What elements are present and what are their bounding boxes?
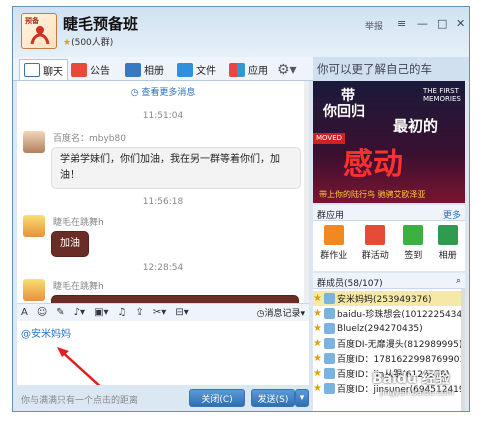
ad-tagline: 带上你的陆行鸟 驰骋艾欧泽亚 <box>319 190 426 199</box>
homework-icon <box>323 225 344 245</box>
admin-icon: ★ <box>313 368 322 379</box>
watermark: Baidu 经验 <box>372 371 450 387</box>
image-icon[interactable]: ▣▾ <box>94 307 108 318</box>
close-icon[interactable]: ✕ <box>456 17 465 30</box>
tab-album[interactable]: 相册 <box>125 59 164 80</box>
music-icon[interactable]: ♫ <box>118 307 127 318</box>
ad-text: 你回归 <box>323 104 365 120</box>
admin-icon: ★ <box>313 323 322 334</box>
folder-icon <box>177 62 193 77</box>
avatar <box>323 323 335 334</box>
report-button[interactable]: 举报 <box>365 19 383 32</box>
avatar <box>323 293 335 304</box>
group-avatar[interactable]: 预备 <box>21 13 57 49</box>
members-header: 群成员(58/107) ⌕ <box>313 273 465 289</box>
message-area[interactable]: ◷ 查看更多消息 11:51:04 百度名：mbyb80 学弟学妹们，你们加油，… <box>17 81 309 303</box>
shake-icon[interactable]: ✎ <box>56 307 64 318</box>
list-item[interactable]: ★ 安米妈妈(253949376) <box>313 291 461 306</box>
history-button[interactable]: ◷消息记录▾ <box>257 306 305 319</box>
message-bubble: 加油 <box>51 231 89 257</box>
group-title: 睫毛预备班 <box>63 15 139 33</box>
checkin-icon <box>403 225 424 245</box>
bottom-bar: 你与满满只有一个点击的距离 关闭(C) 发送(S) ▾ <box>13 385 313 411</box>
app-checkin[interactable]: 签到 <box>403 225 424 271</box>
avatar <box>323 353 335 364</box>
input-toolbar: A ☺ ✎ ♪▾ ▣▾ ♫ ⇪ ✂▾ ⊟▾ ◷消息记录▾ <box>17 303 309 321</box>
send-button[interactable]: 发送(S) <box>251 389 295 407</box>
menu-icon[interactable]: ≡ <box>397 17 406 30</box>
font-icon[interactable]: A <box>21 307 28 318</box>
admin-icon: ★ <box>313 353 322 364</box>
chat-window: 预备 睫毛预备班 ★(500人群) 举报 ≡ — □ ✕ 聊天 公告 相册 文件… <box>12 6 470 412</box>
more-icon[interactable]: ⊟▾ <box>175 307 188 318</box>
mention-text: @安米妈妈 <box>21 329 71 340</box>
tab-apps[interactable]: 应用 <box>229 59 268 80</box>
more-link[interactable]: 更多 <box>443 208 461 221</box>
ad-text: 最初的 <box>393 117 439 135</box>
list-item[interactable]: ★ 百度ID：1781622998769903 <box>313 351 461 366</box>
group-apps-header: 群应用 更多 <box>313 205 465 221</box>
apps-icon <box>229 62 245 77</box>
share-icon[interactable]: ⇪ <box>136 307 144 318</box>
tab-notice[interactable]: 公告 <box>71 59 110 80</box>
owner-icon: ★ <box>313 293 322 304</box>
settings-gear-icon[interactable]: ⚙▾ <box>277 59 297 80</box>
tab-files[interactable]: 文件 <box>177 59 216 80</box>
chat-icon <box>24 63 40 77</box>
app-homework[interactable]: 群作业 <box>320 225 347 271</box>
scissors-icon[interactable]: ✂▾ <box>153 307 166 318</box>
group-motto: 你可以更了解自己的车 <box>313 57 469 81</box>
avatar <box>323 308 335 319</box>
app-activity[interactable]: 群活动 <box>362 225 389 271</box>
close-button[interactable]: 关闭(C) <box>189 389 245 407</box>
avatar <box>323 368 335 379</box>
chat-scrollbar[interactable] <box>304 81 309 303</box>
list-item[interactable]: ★ baidu-珍珠想会(1012225434) <box>313 306 461 321</box>
voice-icon[interactable]: ♪▾ <box>74 307 85 318</box>
message-bubble: 学弟学妹们，你们加油，我在另一群等着你们，加油！ <box>51 147 301 189</box>
ad-headline: 感动 <box>343 147 403 182</box>
album-icon <box>125 62 141 77</box>
avatar[interactable] <box>23 131 45 153</box>
tab-bar: 聊天 公告 相册 文件 应用 ⚙▾ <box>13 57 313 81</box>
tab-chat[interactable]: 聊天 <box>19 59 68 80</box>
sender-name: 睫毛在跳舞h <box>53 218 104 228</box>
sender-name: 百度名：mbyb80 <box>53 134 126 144</box>
ad-banner[interactable]: 带 你回归 THE FIRST MEMORIES MOVED 最初的 感动 带上你… <box>313 81 465 203</box>
message-time: 11:51:04 <box>142 111 184 121</box>
list-item[interactable]: ★ Bluelz(294270435) <box>313 321 461 336</box>
announcement-icon <box>71 62 87 77</box>
flag-icon <box>365 225 386 245</box>
message-time: 11:56:18 <box>142 197 184 207</box>
message-bubble <box>51 295 299 303</box>
sender-name: 睫毛在跳舞h <box>53 282 104 292</box>
emoji-icon[interactable]: ☺ <box>37 307 47 318</box>
group-apps: 群作业 群活动 签到 相册 <box>313 221 465 271</box>
app-album[interactable]: 相册 <box>437 225 458 271</box>
ad-text: MOVED <box>313 133 346 144</box>
maximize-icon[interactable]: □ <box>437 17 447 30</box>
admin-icon: ★ <box>313 308 322 319</box>
member-scrollbar[interactable] <box>461 289 465 411</box>
avatar <box>323 383 335 394</box>
list-item[interactable]: ★ 百度DI-无靡漫头(812989995) <box>313 336 461 351</box>
avatar <box>323 338 335 349</box>
minimize-icon[interactable]: — <box>417 17 428 30</box>
view-more-link[interactable]: ◷ 查看更多消息 <box>17 85 309 98</box>
ad-text: THE FIRST MEMORIES <box>423 87 461 103</box>
group-subtitle: ★(500人群) <box>63 38 114 48</box>
clock-icon: ◷ <box>130 88 139 98</box>
admin-icon: ★ <box>313 383 322 394</box>
admin-icon: ★ <box>313 338 322 349</box>
title-bar: 预备 睫毛预备班 ★(500人群) 举报 ≡ — □ ✕ <box>13 7 469 57</box>
hint-text: 你与满满只有一个点击的距离 <box>21 396 139 406</box>
search-icon[interactable]: ⌕ <box>456 276 461 286</box>
send-options-button[interactable]: ▾ <box>295 389 309 407</box>
avatar[interactable] <box>23 279 45 301</box>
album-icon <box>437 225 458 245</box>
message-time: 12:28:54 <box>142 263 184 273</box>
avatar[interactable] <box>23 215 45 237</box>
watermark-url: jingyan.baidu.com <box>380 388 454 397</box>
